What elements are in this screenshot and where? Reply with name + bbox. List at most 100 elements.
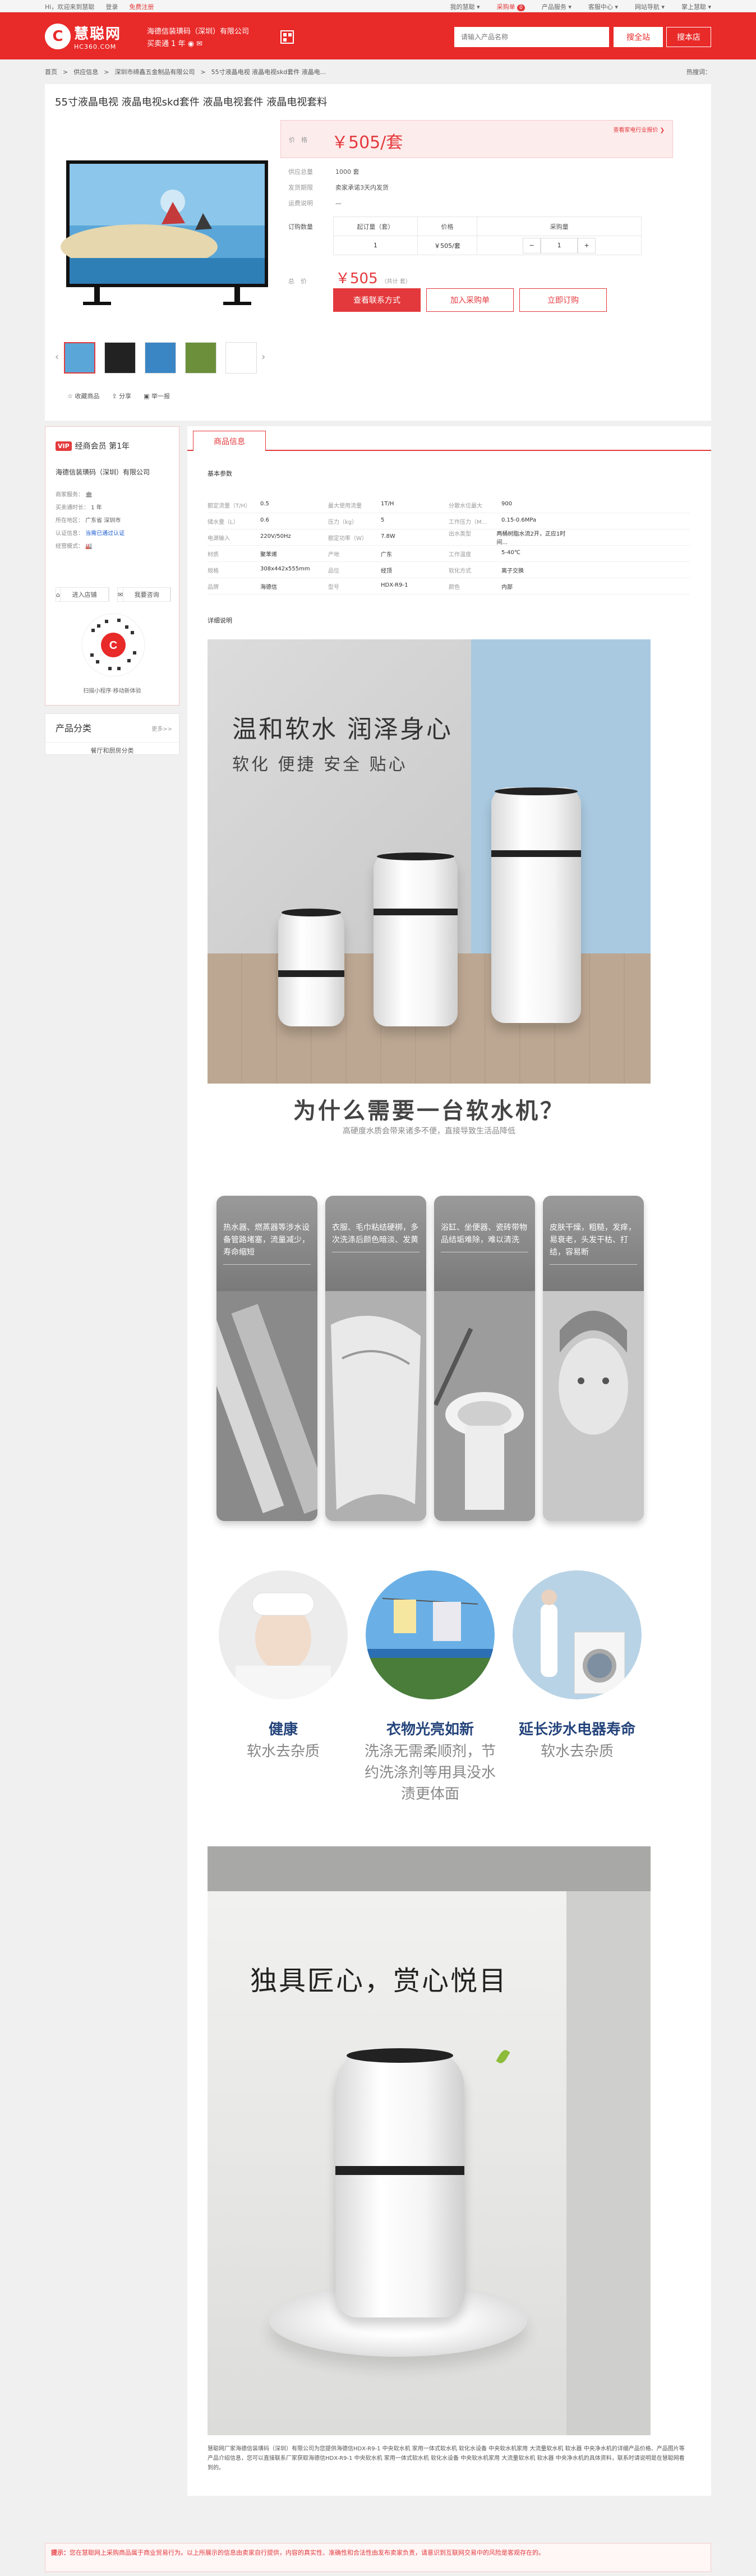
thumb-prev-icon[interactable]: ‹	[55, 351, 59, 363]
benefit-clothes: 衣物光亮如新 洗涤无需柔顺剂，节约洗涤剂等用具没水渍更体面	[363, 1570, 497, 1805]
hard-water-cards: 热水器、燃蒸器等涉水设备管路堵塞，流量减少，寿命缩短 衣服、毛巾粘结硬梆，多次洗…	[216, 1196, 644, 1521]
product-service-link[interactable]: 产品服务 ▾	[542, 2, 571, 11]
category-item[interactable]: 餐厅和厨房分类	[45, 742, 179, 755]
greeting-text: Hi，欢迎来到慧聪	[45, 3, 95, 11]
params-row: 规格 308x442x555mm 品位 经顶 软化方式 离子交换	[208, 562, 690, 578]
param-key: 型号	[328, 584, 339, 591]
param-value: 广东	[381, 551, 392, 558]
poster1-subtitle: 软化 便捷 安全 贴心	[232, 755, 408, 775]
site-nav-link[interactable]: 网站导航 ▾	[635, 2, 665, 11]
washing-machine-image	[513, 1570, 642, 1699]
param-value: 5	[381, 517, 385, 523]
param-cell: 电源输入 220V/50Hz	[208, 533, 328, 542]
param-cell: 产地 广东	[328, 550, 449, 558]
purchase-list-link[interactable]: 采购单 0	[497, 2, 525, 11]
why-subtitle: 高硬度水质会带来诸多不便，直接导致生活品降低	[343, 1127, 515, 1136]
my-hc-link[interactable]: 我的慧聪 ▾	[450, 2, 480, 11]
breadcrumb-company[interactable]: 深圳市缔鑫五金制品有限公司	[114, 67, 195, 76]
minus-button[interactable]: −	[523, 237, 541, 254]
logo-name: 慧聪网	[74, 26, 122, 43]
thumbnail-list	[64, 342, 257, 374]
param-key: 颜色	[449, 584, 460, 591]
spec-header: 价格	[417, 216, 478, 236]
param-key: 压力（kg）	[328, 519, 358, 526]
svg-text:C: C	[109, 639, 117, 652]
order-label: 订购数量	[288, 223, 313, 231]
contact-button[interactable]: 查看联系方式	[333, 288, 421, 312]
shop-years: 买卖通 1 年 ◉ ✉	[147, 40, 203, 48]
buy-now-button[interactable]: 立即订购	[519, 288, 607, 312]
breadcrumb: 首页 > 供应信息 > 深圳市缔鑫五金制品有限公司 > 55寸液晶电视 液晶电视skd…	[45, 67, 711, 76]
thumbnail[interactable]	[64, 342, 95, 374]
notice-label: 提示：	[51, 2549, 70, 2556]
consult-button[interactable]: ✉ 我要咨询	[117, 587, 171, 602]
related-price-link[interactable]: 查看家电行业报价 ❯	[613, 125, 665, 133]
member-company[interactable]: 海德信装璜码（深圳）有限公司	[56, 467, 150, 477]
param-cell: 工作温度 5-40℃	[449, 550, 569, 558]
param-value: 7.8W	[381, 533, 395, 540]
qr-code-icon[interactable]	[280, 30, 294, 44]
poster1-title: 温和软水 润泽身心	[232, 715, 453, 744]
search-input[interactable]	[454, 27, 609, 47]
benefit-list: 健康 软水去杂质 衣物光亮如新 洗涤无需柔顺剂，节约洗涤剂等用具没水渍更体面 延…	[216, 1570, 644, 1805]
param-cell: 品位 经顶	[328, 566, 449, 574]
thumbnail[interactable]	[185, 342, 216, 374]
plus-button[interactable]: +	[578, 237, 596, 254]
category-more-link[interactable]: 更多>>	[151, 724, 172, 732]
thumbnail[interactable]	[104, 342, 136, 374]
params-table: 额定流量（T/H） 0.5 最大使用流量 1T/H 分散水位最大 900 储水量（L） 0.6…	[208, 497, 690, 595]
search-site-button[interactable]: 搜全站	[614, 27, 663, 47]
favorite-button[interactable]: ☆ 收藏商品	[67, 391, 99, 400]
problem-card-clothes: 衣服、毛巾粘结硬梆，多次洗涤后颜色暗淡、发黄	[325, 1196, 426, 1521]
service-icon: 🏛	[85, 492, 93, 498]
logo-icon: C	[45, 24, 71, 49]
main-product-image[interactable]	[55, 118, 279, 353]
breadcrumb-home[interactable]: 首页	[45, 67, 57, 76]
param-key: 额定流量（T/H）	[208, 503, 251, 509]
param-value: 1T/H	[381, 500, 394, 507]
breadcrumb-current: 55寸液晶电视 液晶电视skd套件 液晶电...	[211, 68, 326, 76]
customer-center-link[interactable]: 客服中心 ▾	[588, 2, 618, 11]
param-value: 5-40℃	[501, 549, 520, 556]
param-value: 900	[501, 500, 513, 507]
param-cell: 储水量（L） 0.6	[208, 517, 328, 526]
total-price: 总 价 ￥505 （共计 套）	[288, 270, 411, 287]
param-cell: 额定功率（W） 7.8W	[328, 533, 449, 542]
thumb-next-icon[interactable]: ›	[261, 351, 265, 363]
params-row: 额定流量（T/H） 0.5 最大使用流量 1T/H 分散水位最大 900	[208, 497, 690, 513]
add-to-cart-button[interactable]: 加入采购单	[426, 288, 514, 312]
why-title: 为什么需要一台软水机？	[293, 1098, 565, 1124]
report-button[interactable]: ▣ 举一报	[144, 391, 170, 400]
tv-image	[61, 160, 268, 305]
thumbnail[interactable]	[145, 342, 176, 374]
mobile-hc-link[interactable]: 掌上慧聪 ▾	[681, 2, 711, 11]
param-key: 规格	[208, 568, 219, 574]
problem-card-bathroom: 浴缸、坐便器、瓷砖带物品结垢难除，难以清洗	[434, 1196, 535, 1521]
product-actions: ☆ 收藏商品 ⇪ 分享 ▣ 举一报	[67, 391, 170, 400]
site-logo[interactable]: C 慧聪网 HC360.COM	[45, 22, 121, 50]
enter-shop-button[interactable]: ⌂ 进入店铺	[56, 587, 109, 602]
shop-name[interactable]: 海德信装璜码（深圳）有限公司	[147, 26, 249, 38]
detail-row: 供应总量 1000 套	[288, 168, 359, 176]
quantity-stepper[interactable]: − 1 +	[523, 237, 596, 254]
category-card: 产品分类 更多>> 餐厅和厨房分类	[45, 713, 179, 755]
report-icon: ▣	[144, 393, 150, 400]
thumbnail[interactable]	[225, 342, 257, 374]
basic-params-title: 基本参数	[208, 470, 232, 477]
business-icon: 🏭	[85, 543, 93, 550]
breadcrumb-supply[interactable]: 供应信息	[73, 67, 98, 76]
params-row: 电源输入 220V/50Hz 额定功率（W） 7.8W 出水类型 两桶树脂水流2开，正应1…	[208, 529, 690, 546]
tab-product-info[interactable]: 商品信息	[193, 431, 266, 451]
laundry-image	[366, 1570, 495, 1699]
param-value: 聚苯烯	[260, 551, 277, 558]
param-cell: 型号 HDX-R9-1	[328, 582, 449, 591]
softener-large	[491, 787, 581, 1023]
register-link[interactable]: 免费注册	[129, 2, 154, 11]
login-link[interactable]: 登录	[105, 2, 118, 11]
param-cell: 规格 308x442x555mm	[208, 566, 328, 574]
quantity-input[interactable]: 1	[541, 237, 578, 254]
search-shop-button[interactable]: 搜本店	[666, 27, 711, 47]
share-button[interactable]: ⇪ 分享	[112, 391, 131, 400]
medal-icon: ◉	[187, 40, 195, 48]
spec-table: 起订量（套） 价格 采购量 1 ￥505/套 − 1 +	[333, 216, 642, 255]
